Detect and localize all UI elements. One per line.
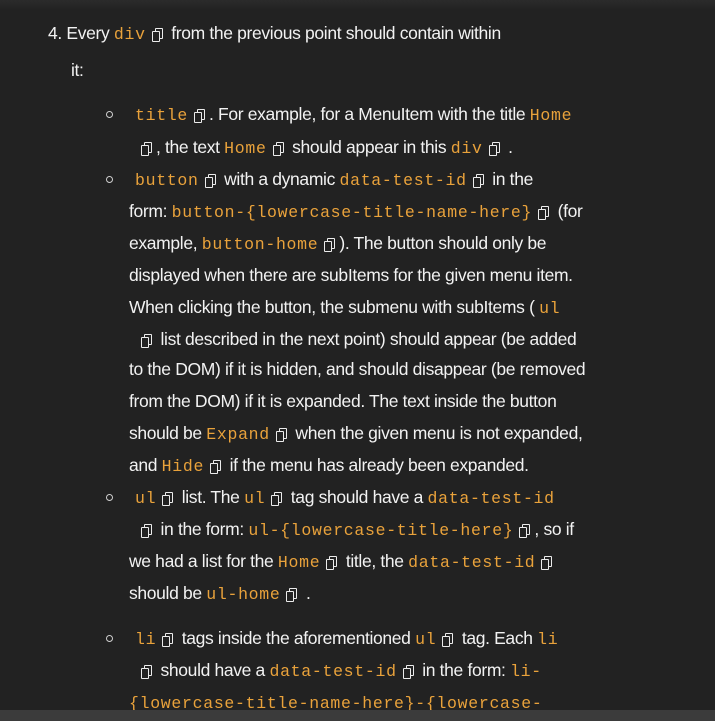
ul-item-line4: should be ul-home . — [129, 583, 311, 604]
copy-icon[interactable] — [472, 174, 484, 188]
copy-icon[interactable] — [141, 334, 152, 348]
button-item-line3: example, button-home). The button should… — [129, 233, 547, 254]
bullet-icon — [106, 494, 113, 501]
bullet-icon — [106, 635, 113, 642]
copy-icon[interactable] — [541, 556, 553, 570]
top-fade — [0, 0, 715, 10]
copy-icon[interactable] — [194, 109, 206, 123]
copy-icon[interactable] — [326, 556, 338, 570]
copy-icon[interactable] — [162, 492, 174, 506]
button-item-line4: displayed when there are subItems for th… — [129, 265, 573, 285]
copy-icon[interactable] — [286, 588, 298, 602]
copy-icon[interactable] — [402, 665, 414, 679]
button-item-line1: button with a dynamic data-test-id in th… — [135, 169, 533, 190]
code-div: div — [113, 25, 146, 44]
ul-item-line1: ul list. The ul tag should have a data-t… — [135, 487, 555, 508]
copy-icon[interactable] — [519, 524, 531, 538]
copy-icon[interactable] — [210, 460, 222, 474]
button-item-line5: When clicking the button, the submenu wi… — [129, 297, 561, 318]
button-item-line7: to the DOM) if it is hidden, and should … — [129, 359, 586, 379]
copy-icon[interactable] — [141, 665, 152, 679]
copy-icon[interactable] — [141, 142, 152, 156]
bullet-icon — [106, 111, 113, 118]
li-item-line2: should have a data-test-id in the form: … — [135, 659, 542, 683]
button-item-line9: should be Expand when the given menu is … — [129, 423, 583, 444]
copy-icon[interactable] — [141, 524, 152, 538]
ul-item-line3: we had a list for the Home title, the da… — [129, 550, 556, 574]
item4-line1: 4. Every div from the previous point sho… — [48, 23, 501, 44]
copy-icon[interactable] — [538, 206, 550, 220]
copy-icon[interactable] — [162, 633, 174, 647]
item-number: 4. — [48, 23, 62, 43]
copy-icon[interactable] — [151, 28, 163, 42]
button-item-line8: from the DOM) if it is expanded. The tex… — [129, 391, 557, 411]
button-item-line6: list described in the next point) should… — [135, 328, 577, 350]
copy-icon[interactable] — [271, 492, 283, 506]
title-item-line2: , the text Home should appear in this di… — [135, 136, 513, 160]
copy-icon[interactable] — [442, 633, 454, 647]
copy-icon[interactable] — [275, 428, 287, 442]
bullet-icon — [106, 176, 113, 183]
li-item-line1: li tags inside the aforementioned ul tag… — [135, 628, 559, 649]
bottom-bar — [0, 710, 715, 721]
ul-item-line2: in the form: ul-{lowercase-title-here}, … — [135, 518, 574, 542]
button-item-line10: and Hide if the menu has already been ex… — [129, 455, 529, 476]
copy-icon[interactable] — [204, 174, 216, 188]
title-item-line1: title. For example, for a MenuItem with … — [135, 104, 573, 125]
copy-icon[interactable] — [324, 238, 336, 252]
copy-icon[interactable] — [272, 142, 284, 156]
button-item-line2: form: button-{lowercase-title-name-here}… — [129, 201, 583, 222]
item4-line2: it: — [71, 60, 84, 80]
copy-icon[interactable] — [488, 142, 500, 156]
